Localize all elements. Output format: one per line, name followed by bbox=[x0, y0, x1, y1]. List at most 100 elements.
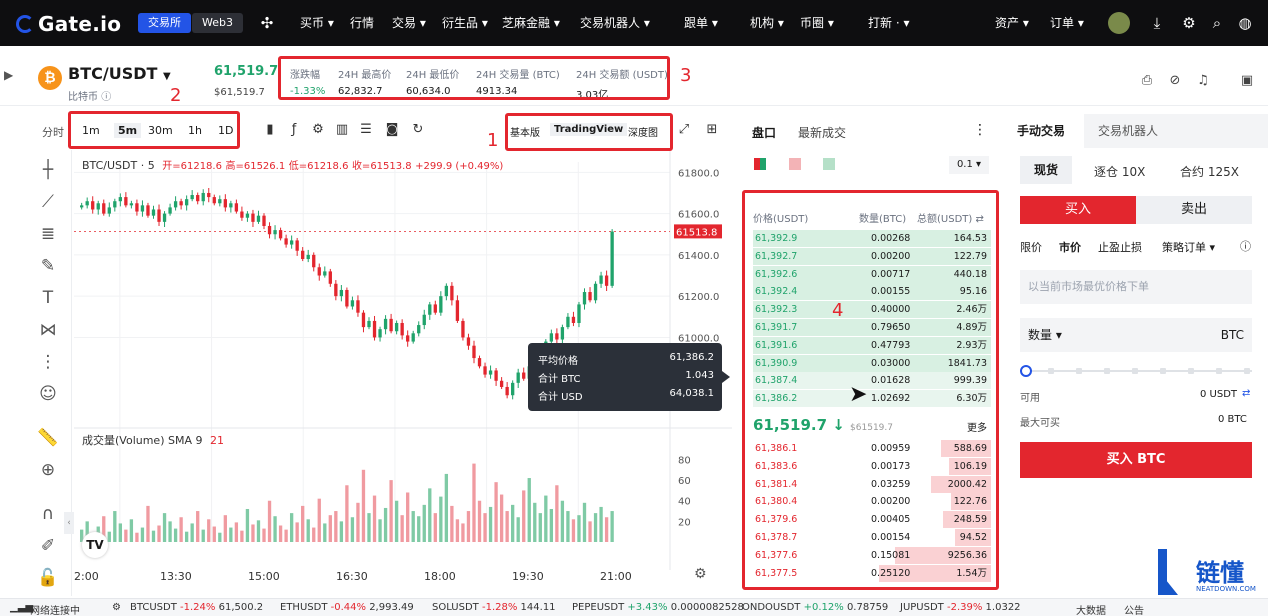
apps-grid-icon[interactable]: ✣ bbox=[258, 14, 276, 32]
trendline-icon[interactable]: ⟋ bbox=[36, 190, 60, 214]
list-icon[interactable]: ☰ bbox=[358, 122, 374, 138]
view-both-icon[interactable] bbox=[754, 158, 766, 170]
crosshair-icon[interactable]: ┼ bbox=[36, 158, 60, 182]
alert-bell-icon[interactable]: ♫ bbox=[1194, 72, 1212, 90]
interval-1h[interactable]: 1h bbox=[188, 124, 202, 137]
ruler-icon[interactable]: 📏 bbox=[36, 426, 60, 450]
search-icon[interactable]: ⌕ bbox=[1208, 14, 1226, 32]
market-price-input[interactable]: 以当前市场最优价格下单 bbox=[1020, 270, 1252, 304]
exchange-pill[interactable]: 交易所 bbox=[138, 13, 191, 33]
order-type-stop[interactable]: 止盈止损 bbox=[1098, 239, 1142, 255]
more-menu-icon[interactable]: ⋮ bbox=[973, 122, 987, 138]
ob-row[interactable]: 61,380.4 0.00200 122.76 bbox=[753, 493, 991, 511]
nav-trade[interactable]: 交易 ▾ bbox=[392, 0, 426, 46]
tab-manual-trade[interactable]: 手动交易 bbox=[1008, 114, 1084, 148]
nav-market[interactable]: 行情 bbox=[350, 0, 374, 46]
order-type-limit[interactable]: 限价 bbox=[1020, 239, 1042, 255]
ob-row[interactable]: 61,392.4 0.00155 95.16 bbox=[753, 283, 991, 301]
ob-more-link[interactable]: 更多 bbox=[967, 419, 987, 434]
lock-draw-icon[interactable]: ✐ bbox=[36, 534, 60, 558]
collapse-icon[interactable]: ▶ bbox=[4, 68, 13, 82]
ticker-item[interactable]: JUPUSDT -2.39% 1.0322 bbox=[900, 602, 1021, 613]
ob-row[interactable]: 61,392.7 0.00200 122.79 bbox=[753, 247, 991, 265]
nav-orders[interactable]: 订单 ▾ bbox=[1050, 0, 1084, 46]
ticker-item[interactable]: PEPEUSDT +3.43% 0.0000082528 bbox=[572, 602, 744, 613]
ob-row[interactable]: 61,378.7 0.00154 94.52 bbox=[753, 529, 991, 546]
zoom-in-icon[interactable]: ⊕ bbox=[36, 458, 60, 482]
sell-tab-button[interactable]: 卖出 bbox=[1136, 196, 1252, 224]
tab-trading-bot[interactable]: 交易机器人 bbox=[1084, 114, 1268, 148]
order-type-strategy[interactable]: 策略订单 ▾ bbox=[1162, 239, 1215, 255]
interval-1D[interactable]: 1D bbox=[218, 124, 233, 137]
bigdata-link[interactable]: 大数据 bbox=[1076, 602, 1106, 616]
chart-settings-icon[interactable]: ⚙ bbox=[694, 566, 707, 582]
precision-select[interactable]: 0.1 ▾ bbox=[949, 156, 989, 174]
magnet-icon[interactable]: ∩ bbox=[36, 502, 60, 526]
camera-icon[interactable]: ◙ bbox=[384, 122, 400, 138]
text-tool-icon[interactable]: T bbox=[36, 286, 60, 310]
ob-row[interactable]: 61,390.9 0.03000 1841.73 bbox=[753, 354, 991, 372]
globe-icon[interactable]: ◍ bbox=[1236, 14, 1254, 32]
mode-margin[interactable]: 逐仓 10X bbox=[1094, 163, 1145, 180]
lock-icon[interactable]: 🔓 bbox=[36, 566, 60, 590]
nav-new[interactable]: 打新 · ▾ bbox=[868, 0, 909, 46]
emoji-icon[interactable]: ☺ bbox=[36, 382, 60, 406]
info-icon[interactable]: ⓘ bbox=[101, 92, 111, 103]
view-bids-icon[interactable] bbox=[823, 158, 835, 170]
view-option[interactable]: TradingView bbox=[550, 123, 628, 136]
nav-buy[interactable]: 买币 ▾ bbox=[300, 0, 334, 46]
brand-logo[interactable]: Gate.io bbox=[16, 12, 121, 36]
nav-inst[interactable]: 机构 ▾ bbox=[750, 0, 784, 46]
nav-circle[interactable]: 币圈 ▾ bbox=[800, 0, 834, 46]
ob-row[interactable]: 61,392.6 0.00717 440.18 bbox=[753, 265, 991, 283]
ob-row[interactable]: 61,383.6 0.00173 106.19 bbox=[753, 457, 991, 475]
info-icon[interactable]: ⓘ bbox=[1240, 238, 1251, 254]
ob-row[interactable]: 61,392.3 0.40000 2.46万 bbox=[753, 301, 991, 319]
ob-row[interactable]: 61,386.1 0.00959 588.69 bbox=[753, 440, 991, 457]
fib-lines-icon[interactable]: ≣ bbox=[36, 222, 60, 246]
notice-link[interactable]: 公告 bbox=[1124, 602, 1144, 616]
nav-assets[interactable]: 资产 ▾ bbox=[995, 0, 1029, 46]
transfer-icon[interactable]: ⇄ bbox=[1242, 388, 1250, 399]
panel-collapse-handle[interactable]: ‹ bbox=[64, 512, 74, 534]
indicators-icon[interactable]: ƒ bbox=[286, 122, 302, 138]
ticker-item[interactable]: ONDOUSDT +0.12% 0.78759 bbox=[742, 602, 888, 613]
download-icon[interactable]: ⤓ bbox=[1148, 14, 1166, 32]
ob-row[interactable]: 61,391.6 0.47793 2.93万 bbox=[753, 336, 991, 354]
avatar[interactable] bbox=[1108, 12, 1130, 34]
buy-tab-button[interactable]: 买入 bbox=[1020, 196, 1136, 224]
fullscreen-icon[interactable]: ⤢ bbox=[676, 122, 692, 138]
view-option[interactable]: 深度图 bbox=[628, 124, 658, 139]
brush-icon[interactable]: ✎ bbox=[36, 254, 60, 278]
quantity-input[interactable]: 数量 ▾ BTC bbox=[1020, 318, 1252, 352]
mode-spot[interactable]: 现货 bbox=[1020, 156, 1072, 184]
nav-finance[interactable]: 芝麻金融 ▾ bbox=[502, 0, 560, 46]
nav-bot[interactable]: 交易机器人 ▾ bbox=[580, 0, 650, 46]
ob-row[interactable]: 61,386.2 1.02692 6.30万 bbox=[753, 390, 991, 408]
pair-selector[interactable]: BTC/USDT ▼ bbox=[68, 64, 171, 83]
refresh-icon[interactable]: ↻ bbox=[410, 122, 426, 138]
ob-row[interactable]: 61,377.6 0.15081 9256.36 bbox=[753, 546, 991, 564]
settings-gear-icon[interactable]: ⚙ bbox=[310, 122, 326, 138]
mode-futures[interactable]: 合约 125X bbox=[1180, 163, 1239, 180]
candle-type-icon[interactable]: ▮ bbox=[262, 122, 278, 138]
ticker-item[interactable]: SOLUSDT -1.28% 144.11 bbox=[432, 602, 556, 613]
order-type-market[interactable]: 市价 bbox=[1059, 239, 1081, 255]
layout-icon[interactable]: ▣ bbox=[1238, 72, 1256, 90]
view-asks-icon[interactable] bbox=[789, 158, 801, 170]
ob-row[interactable]: 61,387.4 0.01628 999.39 bbox=[753, 372, 991, 390]
ticker-item[interactable]: ETHUSDT -0.44% 2,993.49 bbox=[280, 602, 414, 613]
submit-buy-button[interactable]: 买入 BTC bbox=[1020, 442, 1252, 478]
view-option[interactable]: 基本版 bbox=[510, 124, 540, 139]
compass-icon[interactable]: ⊘ bbox=[1166, 72, 1184, 90]
measure-lines-icon[interactable]: ⋮ bbox=[36, 350, 60, 374]
ob-row[interactable]: 61,392.9 0.00268 164.53 bbox=[753, 230, 991, 247]
timeshare-button[interactable]: 分时 bbox=[42, 124, 64, 140]
nav-copy[interactable]: 跟单 ▾ bbox=[684, 0, 718, 46]
gear-icon[interactable]: ⚙ bbox=[112, 602, 121, 613]
interval-5m[interactable]: 5m bbox=[114, 123, 142, 138]
pattern-icon[interactable]: ⋈ bbox=[36, 318, 60, 342]
bookmark-icon[interactable]: ⎙ bbox=[1138, 72, 1156, 90]
slider-handle[interactable] bbox=[1020, 365, 1032, 377]
tab-recent-trades[interactable]: 最新成交 bbox=[798, 124, 846, 141]
